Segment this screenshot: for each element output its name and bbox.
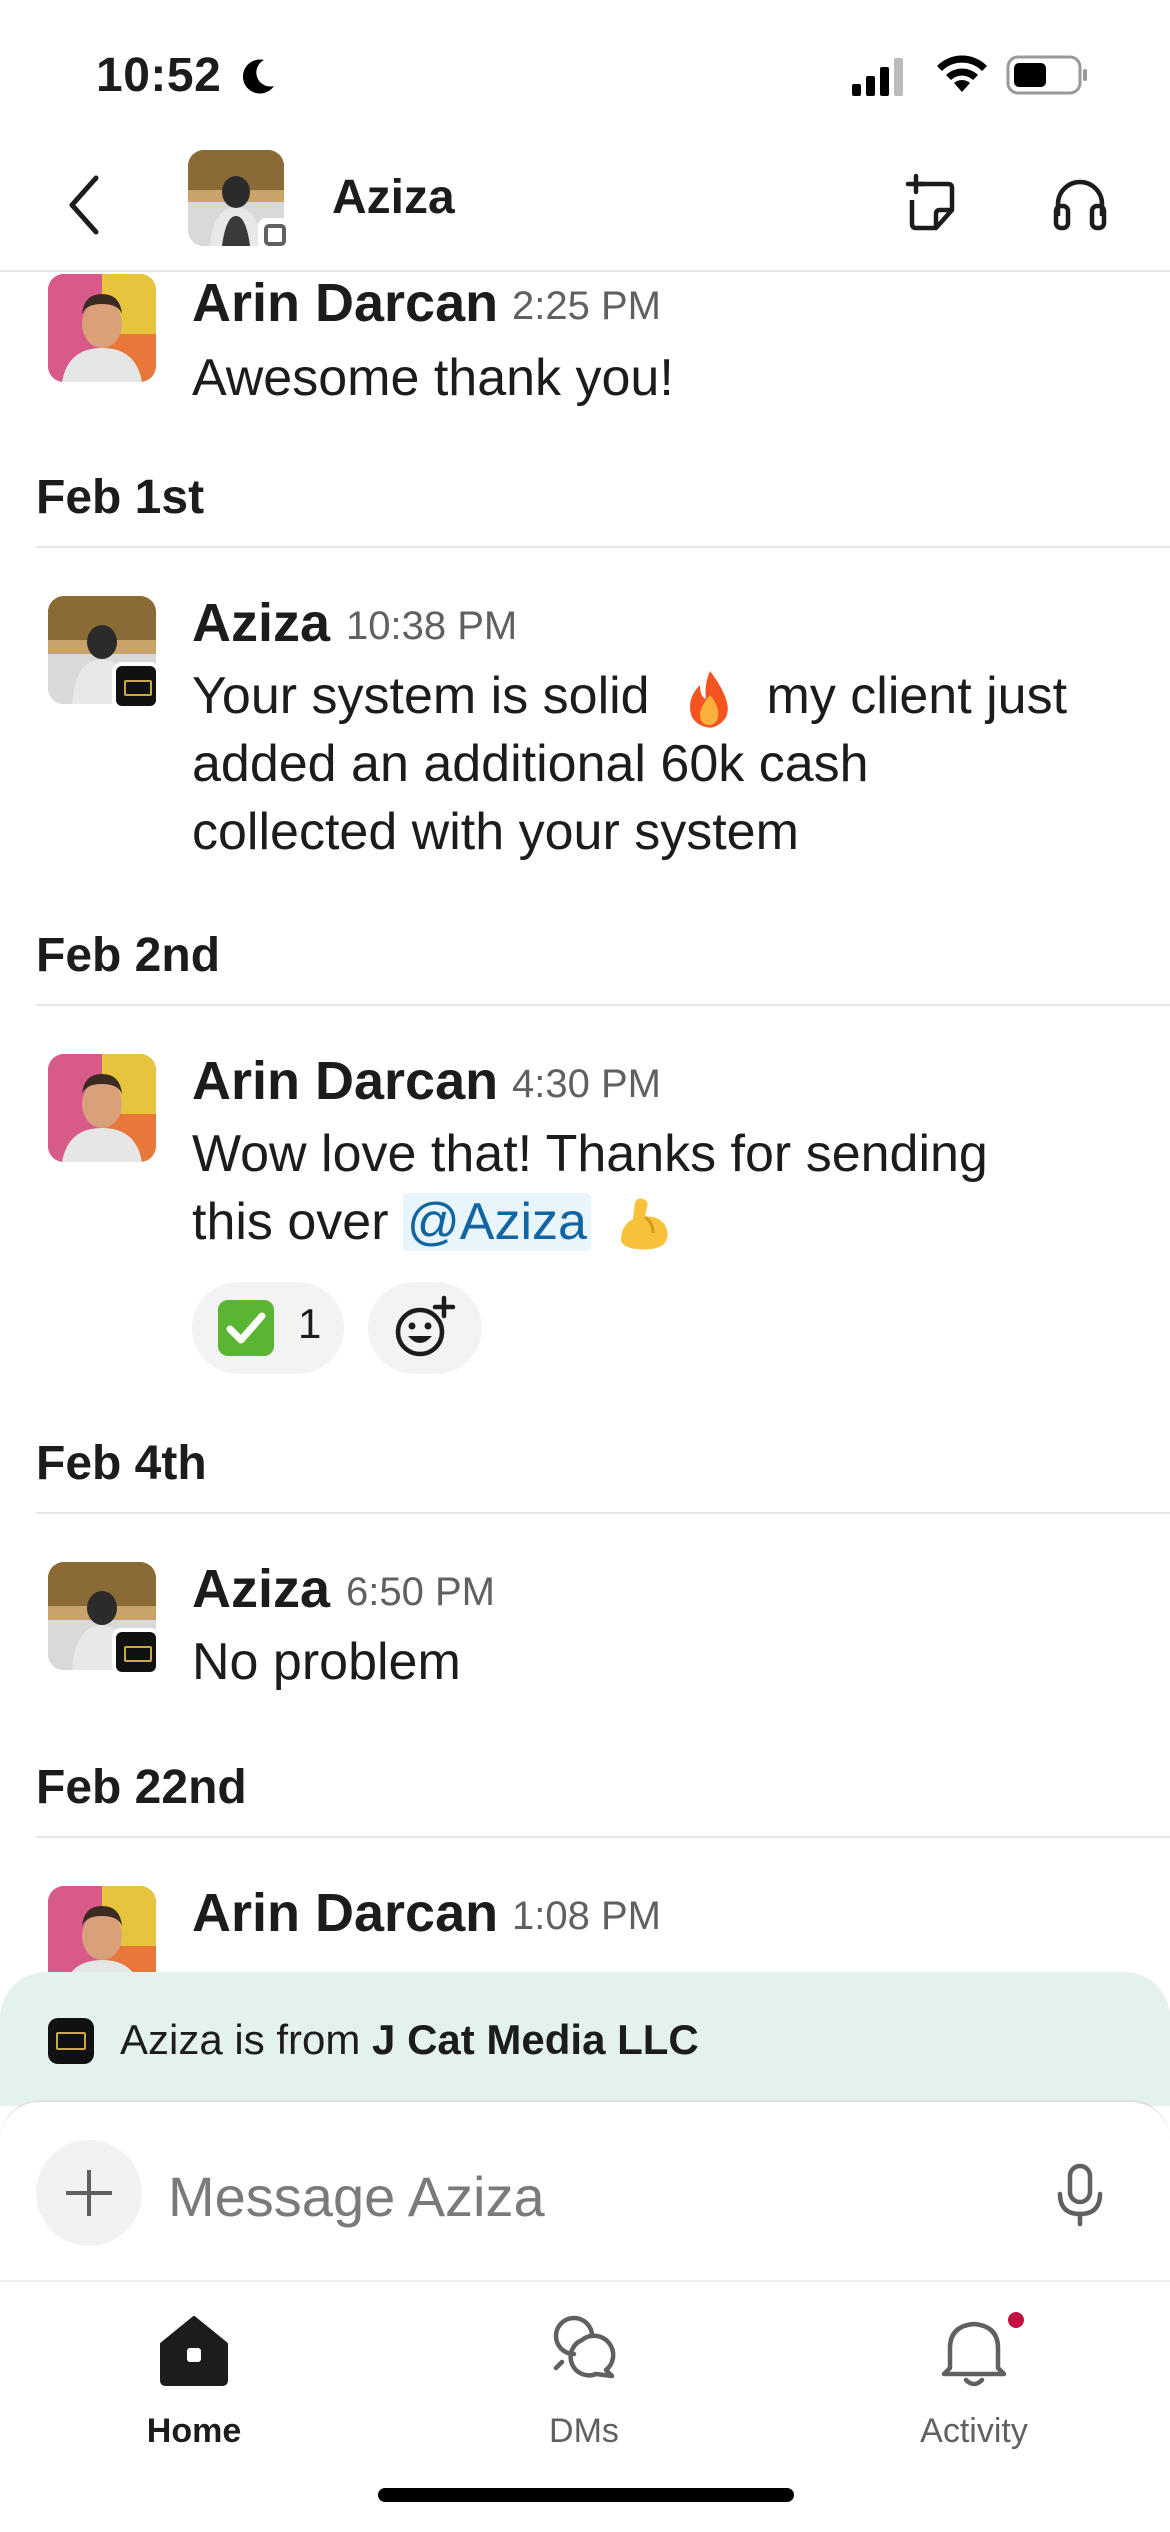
message-author[interactable]: Aziza [192,1558,330,1620]
tab-home[interactable]: Home [74,2300,314,2450]
message-input[interactable] [168,2158,1028,2234]
external-org-banner: Aziza is from J Cat Media LLC [0,1972,1170,2106]
message-text-fragment: Wow love that! Thanks for sending [192,1125,988,1183]
date-divider: Feb 22nd [36,1758,1170,1838]
avatar[interactable] [48,274,156,382]
conversation-header: Aziza [0,140,1170,272]
message-text: Awesome thank you! [192,349,674,407]
message-text: Wow love that! Thanks for sending this o… [192,1120,1132,1256]
message-timestamp: 4:30 PM [512,1062,661,1106]
bottom-tab-bar: Home DMs Activity [0,2280,1170,2532]
tab-label: DMs [549,2412,619,2450]
message-author[interactable]: Arin Darcan [192,1050,498,1112]
page-title[interactable]: Aziza [332,170,455,225]
arin-avatar-image [48,1886,156,1972]
back-button[interactable] [60,170,110,240]
date-label: Feb 2nd [36,929,221,982]
moon-icon [242,59,274,94]
reaction-count: 1 [298,1300,322,1347]
message-author[interactable]: Arin Darcan [192,272,498,334]
home-icon [160,2316,228,2386]
date-label: Feb 22nd [36,1761,247,1814]
avatar[interactable] [48,1886,156,1972]
message-text-fragment: this over [192,1193,389,1251]
org-name: J Cat Media LLC [372,2016,699,2063]
dms-icon [553,2315,616,2379]
status-bar: 10:52 [0,0,1170,150]
avatar[interactable] [48,1054,156,1162]
message-timestamp: 2:25 PM [512,284,661,328]
date-label: Feb 4th [36,1437,207,1490]
org-badge-icon [112,1628,160,1676]
message-text-fragment: added an additional 60k cash [192,735,869,793]
presence-indicator [258,218,292,252]
notification-badge [1004,2308,1028,2332]
message-timestamp: 1:08 PM [512,1894,661,1938]
reaction-check-button[interactable]: 1 [192,1282,344,1374]
add-emoji-icon [395,1295,456,1357]
message-author[interactable]: Aziza [192,592,330,654]
date-label: Feb 1st [36,471,205,524]
date-divider: Feb 4th [36,1434,1170,1514]
add-attachment-button[interactable] [36,2140,142,2246]
home-indicator [378,2488,794,2502]
user-mention[interactable]: @Aziza [402,1193,591,1251]
add-reaction-button[interactable] [368,1282,482,1374]
date-divider: Feb 2nd [36,926,1170,1006]
message-timestamp: 6:50 PM [346,1570,495,1614]
cellular-signal-icon [852,58,903,96]
message-text-fragment: Your system is solid [192,667,650,725]
flexed-biceps-emoji-icon [621,1198,668,1250]
white-check-mark-emoji-icon [218,1300,274,1356]
message-text-fragment: collected with your system [192,803,799,861]
date-divider: Feb 1st [36,468,1170,548]
tab-activity[interactable]: Activity [854,2300,1094,2450]
fire-emoji-icon [690,671,728,728]
canvas-icon[interactable] [902,170,962,236]
org-logo-icon [48,2018,94,2064]
arin-avatar-image [48,274,156,382]
message-text: No problem [192,1633,461,1691]
message-text: Your system is solid my client just adde… [192,662,1132,866]
org-badge-icon [112,662,160,710]
headphones-icon[interactable] [1050,172,1110,234]
bell-icon [941,2321,1007,2387]
org-banner-prefix: Aziza is from [120,2016,361,2063]
battery-icon [1006,55,1087,95]
microphone-icon[interactable] [1052,2162,1108,2228]
message-author[interactable]: Arin Darcan [192,1882,498,1944]
arin-avatar-image [48,1054,156,1162]
org-banner-text: Aziza is from J Cat Media LLC [120,2016,699,2064]
message-timestamp: 10:38 PM [346,604,518,648]
message-composer [0,2100,1170,2280]
tab-dms[interactable]: DMs [464,2300,704,2450]
wifi-icon [937,55,987,92]
tab-label: Activity [920,2412,1028,2450]
message-list[interactable]: Arin Darcan 2:25 PM Awesome thank you! F… [0,272,1170,1972]
status-time: 10:52 [96,49,222,102]
message-text-fragment: my client just [766,667,1068,725]
tab-label: Home [146,2412,242,2450]
